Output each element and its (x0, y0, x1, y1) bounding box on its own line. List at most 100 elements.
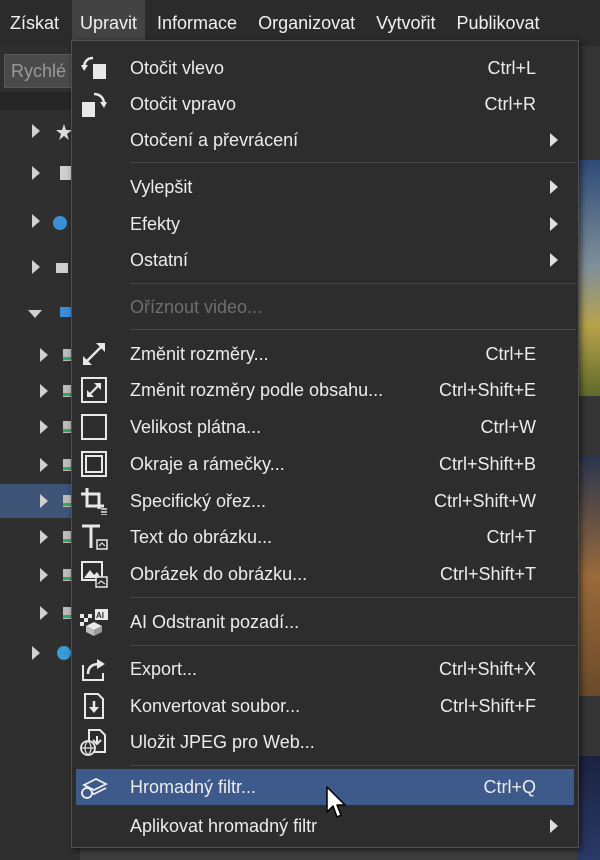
expand-arrow-icon[interactable] (32, 166, 40, 180)
expand-arrow-icon[interactable] (40, 530, 48, 544)
submenu-arrow-icon (550, 819, 558, 833)
tree-row[interactable] (0, 374, 80, 408)
tree-row[interactable] (0, 114, 80, 148)
menu-item-trim-video: Oříznout video... (72, 289, 578, 325)
menu-item-effects[interactable]: Efekty (72, 206, 578, 242)
expand-arrow-icon[interactable] (32, 124, 40, 138)
batch-filter-icon (81, 777, 108, 799)
ai-remove-background-icon: AI (80, 609, 108, 636)
menu-item-label: Vylepšit (130, 177, 193, 197)
menu-item-label: Uložit JPEG pro Web... (130, 732, 315, 752)
star-icon (56, 124, 72, 140)
menu-item-picture-in-picture[interactable]: Obrázek do obrázku... Ctrl+Shift+T (72, 556, 578, 592)
menu-item-label: Hromadný filtr... (130, 777, 257, 797)
menu-item-ai-remove-background[interactable]: AI AI Odstranit pozadí... (72, 604, 578, 640)
menu-item-label: Velikost plátna... (130, 417, 262, 437)
text-icon (82, 524, 108, 550)
menu-divider (130, 597, 576, 598)
tree-row[interactable] (0, 296, 80, 330)
menu-item-label: Oříznout video... (130, 297, 263, 317)
tree-row[interactable] (0, 338, 80, 372)
menu-item-label: Konvertovat soubor... (130, 696, 301, 716)
expand-arrow-icon[interactable] (40, 384, 48, 398)
network-icon (57, 646, 71, 660)
menu-item-batch-filter[interactable]: Hromadný filtr... Ctrl+Q (76, 769, 574, 805)
menu-divider (130, 329, 576, 330)
photo-thumbnail[interactable] (578, 756, 600, 860)
menu-item-shortcut: Ctrl+Q (483, 777, 536, 797)
tree-row-selected[interactable] (0, 484, 80, 518)
expand-arrow-icon[interactable] (32, 260, 40, 274)
menu-item-shortcut: Ctrl+Shift+W (433, 491, 536, 511)
expand-arrow-icon[interactable] (32, 214, 40, 228)
tree-row[interactable] (0, 410, 80, 444)
tree-row[interactable] (0, 448, 80, 482)
submenu-arrow-icon (550, 253, 558, 267)
menu-item-label: Efekty (130, 214, 181, 234)
menu-item-text-to-image[interactable]: Text do obrázku... Ctrl+T (72, 519, 578, 555)
expand-arrow-icon[interactable] (40, 348, 48, 362)
menu-item-label: Aplikovat hromadný filtr (130, 816, 318, 836)
menu-item-shortcut: Ctrl+T (486, 527, 537, 547)
expand-arrow-icon[interactable] (40, 568, 48, 582)
submenu-arrow-icon (550, 180, 558, 194)
content-aware-resize-icon (81, 377, 107, 403)
photo-thumbnail[interactable] (578, 160, 600, 396)
picture-in-picture-icon (81, 561, 108, 588)
panel-divider (0, 92, 80, 110)
export-icon (82, 659, 105, 681)
menu-item-label: Export... (130, 659, 198, 679)
expand-arrow-icon[interactable] (32, 646, 40, 660)
tree-row[interactable] (0, 204, 80, 238)
submenu-arrow-icon (550, 133, 558, 147)
tree-row[interactable] (0, 558, 80, 592)
menu-item-rotate-right[interactable]: Otočit vpravo Ctrl+R (72, 86, 578, 122)
menu-item-convert-file[interactable]: Konvertovat soubor... Ctrl+Shift+F (72, 688, 578, 724)
menu-item-shortcut: Ctrl+Shift+F (439, 696, 536, 716)
menu-item-other[interactable]: Ostatní (72, 242, 578, 278)
svg-text:AI: AI (96, 611, 104, 620)
canvas-size-icon (81, 414, 107, 440)
menu-item-canvas-size[interactable]: Velikost plátna... Ctrl+W (72, 409, 578, 445)
menu-item-label: Ostatní (130, 250, 189, 270)
expand-arrow-icon[interactable] (40, 494, 48, 508)
upravit-dropdown-menu: Otočit vlevo Ctrl+L Otočit vpravo Ctrl+R… (71, 40, 579, 848)
menu-item-label: AI Odstranit pozadí... (130, 612, 300, 632)
menu-item-export[interactable]: Export... Ctrl+Shift+X (72, 651, 578, 687)
globe-icon (53, 216, 67, 230)
menu-item-enhance[interactable]: Vylepšit (72, 169, 578, 205)
tree-row[interactable] (0, 250, 80, 284)
menu-item-shortcut: Ctrl+W (480, 417, 537, 437)
menu-item-shortcut: Ctrl+R (484, 94, 536, 114)
menu-item-label: Text do obrázku... (130, 527, 273, 547)
quick-search-input[interactable]: Rychlé (4, 54, 76, 88)
menu-item-label: Otočit vpravo (130, 94, 237, 114)
menu-item-borders-frames[interactable]: Okraje a rámečky... Ctrl+Shift+B (72, 446, 578, 482)
save-jpeg-web-icon (80, 729, 106, 756)
tree-row[interactable] (0, 520, 80, 554)
drive-icon (56, 263, 68, 273)
menu-item-rotate-flip[interactable]: Otočení a převrácení (72, 122, 578, 158)
menu-divider (130, 283, 576, 284)
submenu-arrow-icon (550, 217, 558, 231)
menu-item-label: Změnit rozměry podle obsahu... (130, 380, 384, 400)
convert-file-icon (84, 693, 104, 719)
menu-item-specific-crop[interactable]: Specifický ořez... Ctrl+Shift+W (72, 483, 578, 519)
expand-arrow-icon[interactable] (40, 420, 48, 434)
expand-arrow-icon[interactable] (40, 458, 48, 472)
photo-thumbnail[interactable] (578, 456, 600, 696)
tree-row[interactable] (0, 636, 80, 670)
menu-item-label: Obrázek do obrázku... (130, 564, 308, 584)
menu-divider (130, 765, 576, 766)
borders-frames-icon (81, 451, 107, 477)
collapse-arrow-icon[interactable] (28, 310, 42, 318)
menu-item-save-jpeg-web[interactable]: Uložit JPEG pro Web... (72, 724, 578, 760)
menu-item-apply-batch-filter[interactable]: Aplikovat hromadný filtr (72, 808, 578, 844)
menu-item-rotate-left[interactable]: Otočit vlevo Ctrl+L (72, 50, 578, 86)
expand-arrow-icon[interactable] (40, 606, 48, 620)
tree-row[interactable] (0, 156, 80, 190)
menu-item-content-aware-resize[interactable]: Změnit rozměry podle obsahu... Ctrl+Shif… (72, 372, 578, 408)
tree-row[interactable] (0, 596, 80, 630)
menu-item-resize[interactable]: Změnit rozměry... Ctrl+E (72, 336, 578, 372)
menu-ziskat[interactable]: Získat (0, 0, 70, 46)
